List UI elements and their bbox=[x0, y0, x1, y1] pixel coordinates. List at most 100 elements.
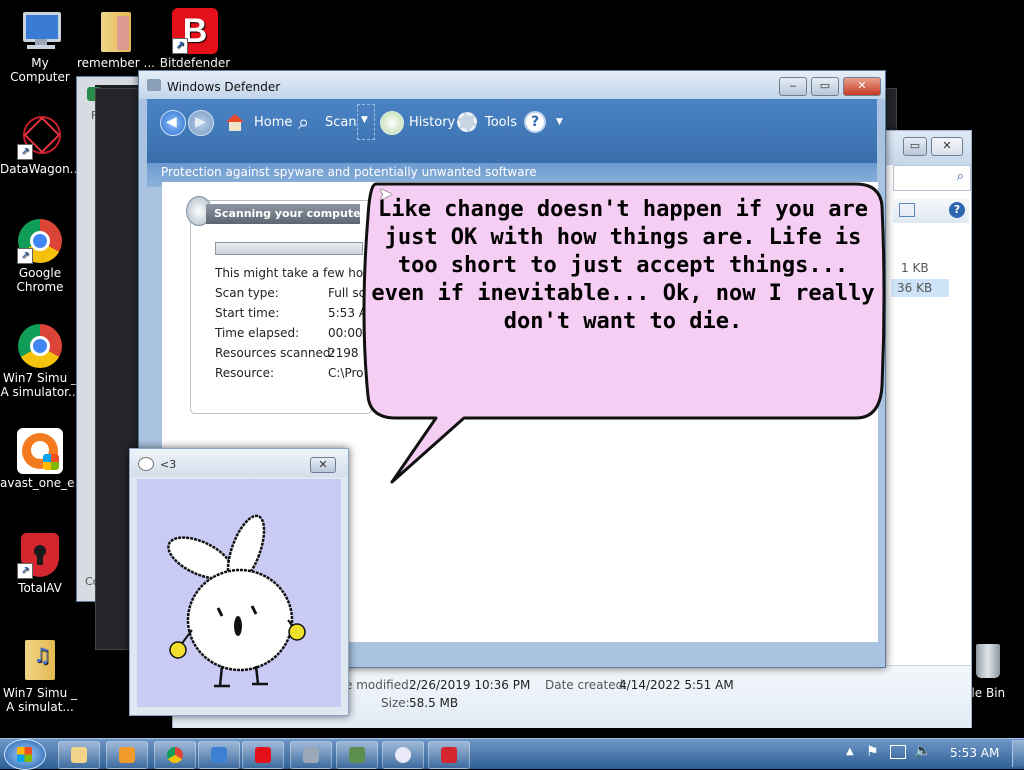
avast-icon bbox=[17, 428, 63, 474]
folder-icon bbox=[93, 8, 139, 54]
scan-magnifier-icon[interactable]: ⌕ bbox=[298, 110, 309, 134]
shortcut-arrow-icon: ↗ bbox=[17, 144, 33, 160]
desktop-icon-avast[interactable]: avast_one_e... bbox=[0, 428, 86, 490]
network-icon[interactable] bbox=[890, 745, 906, 759]
close-button[interactable]: ✕ bbox=[310, 457, 336, 473]
remote-desktop-icon bbox=[211, 747, 227, 763]
window-title: Windows Defender bbox=[167, 80, 281, 94]
back-button[interactable]: ◀ bbox=[160, 110, 186, 136]
resource-label: Resource: bbox=[215, 366, 275, 380]
desktop-icon-label: My Computer bbox=[10, 56, 70, 84]
toolbar-tools-label[interactable]: Tools bbox=[485, 115, 517, 130]
desktop-icon-bitdefender[interactable]: B ↗ Bitdefender bbox=[155, 8, 235, 70]
totalav-shield-icon: ↗ bbox=[17, 533, 63, 579]
search-icon[interactable]: ⌕ bbox=[957, 169, 964, 184]
desktop-icon-remember[interactable]: remember ... bbox=[76, 8, 156, 70]
action-center-flag-icon[interactable]: ⚑ bbox=[866, 744, 879, 760]
explorer-commandbar: ? bbox=[893, 199, 969, 223]
taskbar-remote-button[interactable] bbox=[198, 741, 240, 769]
history-clock-icon[interactable] bbox=[380, 111, 404, 135]
desktop-icon-datawagon[interactable]: ↗ DataWagon... bbox=[0, 110, 82, 176]
taskbar-bunny-button[interactable] bbox=[382, 741, 424, 769]
help-icon[interactable]: ? bbox=[949, 202, 965, 218]
close-button[interactable]: ✕ bbox=[843, 77, 881, 96]
music-folder-icon: ♫ bbox=[17, 638, 63, 684]
bitdefender-icon bbox=[255, 747, 271, 763]
maximize-button[interactable]: ▭ bbox=[903, 137, 927, 156]
date-modified-value: 2/26/2019 10:36 PM bbox=[409, 678, 531, 692]
taskbar-chrome-button[interactable] bbox=[154, 741, 196, 769]
time-elapsed-label: Time elapsed: bbox=[215, 326, 300, 340]
help-icon[interactable]: ? bbox=[524, 111, 546, 133]
taskbar-bitdefender-button[interactable] bbox=[242, 741, 284, 769]
show-desktop-button[interactable] bbox=[1012, 740, 1024, 767]
date-created-value: 4/14/2022 5:51 AM bbox=[619, 678, 734, 692]
desktop-icon-win7-simulator-2[interactable]: ♫ Win7 Simu _ A simulat... bbox=[0, 638, 80, 714]
bunny-app-icon bbox=[138, 457, 154, 471]
desktop-icon-google-chrome[interactable]: ↗ Google Chrome bbox=[0, 218, 80, 294]
windows-logo-icon bbox=[17, 747, 32, 762]
bunny-window-title: <3 bbox=[160, 458, 177, 471]
taskbar-explorer-button[interactable] bbox=[58, 741, 100, 769]
size-label: Size: bbox=[381, 696, 410, 710]
toolbar-history-label[interactable]: History bbox=[409, 115, 455, 130]
size-value: 58.5 MB bbox=[409, 696, 459, 710]
date-modified-label: e modified: bbox=[345, 678, 413, 692]
desktop-icon-label: Win7 Simu _ A simulat... bbox=[2, 686, 78, 714]
taskbar-tool-button[interactable] bbox=[336, 741, 378, 769]
resources-scanned-value: 2198 bbox=[328, 346, 359, 360]
mouse-cursor-icon: ➤ bbox=[378, 184, 394, 205]
help-dropdown-chevron-icon[interactable]: ▼ bbox=[556, 117, 563, 127]
start-button[interactable] bbox=[4, 739, 46, 770]
desktop-icon-label: DataWagon... bbox=[0, 162, 82, 176]
maximize-button[interactable]: ▭ bbox=[811, 77, 839, 96]
tools-gear-icon[interactable] bbox=[457, 112, 477, 132]
bitdefender-icon: B ↗ bbox=[172, 8, 218, 54]
desktop-icon-label: Bitdefender bbox=[159, 56, 231, 70]
speech-bubble-text: Like change doesn't happen if you are ju… bbox=[371, 197, 875, 334]
bunny-character-icon bbox=[167, 514, 306, 688]
taskbar-totalav-button[interactable] bbox=[428, 741, 470, 769]
file-size-2: 36 KB bbox=[897, 281, 933, 295]
shortcut-arrow-icon: ↗ bbox=[17, 248, 33, 264]
desktop-icon-label: Google Chrome bbox=[16, 266, 64, 294]
desktop-icon-totalav[interactable]: ↗ TotalAV bbox=[0, 533, 80, 595]
clock[interactable]: 5:53 AM bbox=[950, 746, 999, 760]
search-box[interactable]: ⌕ bbox=[893, 165, 971, 191]
bunny-app-icon bbox=[395, 747, 411, 763]
shortcut-arrow-icon: ↗ bbox=[17, 563, 33, 579]
media-player-icon bbox=[119, 747, 135, 763]
view-pane-icon[interactable] bbox=[899, 203, 915, 217]
defender-castle-icon bbox=[147, 79, 161, 91]
scan-type-label: Scan type: bbox=[215, 286, 279, 300]
close-button[interactable]: ✕ bbox=[931, 137, 963, 156]
datawagon-icon: ↗ bbox=[17, 110, 67, 160]
date-created-label: Date created: bbox=[545, 678, 628, 692]
chrome-icon: ↗ bbox=[17, 218, 63, 264]
scan-dropdown-button[interactable]: ▼ bbox=[357, 104, 375, 140]
desktop-icon-my-computer[interactable]: My Computer bbox=[0, 8, 80, 84]
taskbar-media-player-button[interactable] bbox=[106, 741, 148, 769]
start-time-label: Start time: bbox=[215, 306, 280, 320]
desktop-icon-win7-simulator[interactable]: Win7 Simu _ A simulator... bbox=[0, 323, 80, 399]
chevron-down-icon: ▼ bbox=[361, 115, 368, 125]
volume-icon[interactable]: 🔈 bbox=[914, 743, 931, 759]
home-icon bbox=[226, 114, 244, 122]
toolbar-scan-label[interactable]: Scan bbox=[325, 115, 357, 130]
home-button[interactable] bbox=[226, 114, 244, 131]
defender-toolbar bbox=[147, 99, 877, 163]
defender-castle-icon bbox=[303, 747, 319, 763]
forward-button[interactable]: ▶ bbox=[188, 110, 214, 136]
minimize-button[interactable]: ‒ bbox=[779, 77, 807, 96]
computer-icon bbox=[17, 8, 63, 54]
taskbar-defender-button[interactable] bbox=[290, 741, 332, 769]
show-hidden-icons-chevron-icon[interactable]: ▲ bbox=[846, 746, 854, 757]
tool-app-icon bbox=[349, 747, 365, 763]
toolbar-home-label[interactable]: Home bbox=[254, 115, 292, 130]
desktop-icon-label: Win7 Simu _ A simulator... bbox=[0, 371, 80, 399]
shortcut-arrow-icon: ↗ bbox=[172, 38, 188, 54]
scan-heading: Scanning your computer... bbox=[214, 207, 360, 220]
scan-progress-bar bbox=[215, 242, 363, 255]
recycle-bin-icon bbox=[972, 638, 1002, 684]
desktop-icon-label: TotalAV bbox=[18, 581, 62, 595]
